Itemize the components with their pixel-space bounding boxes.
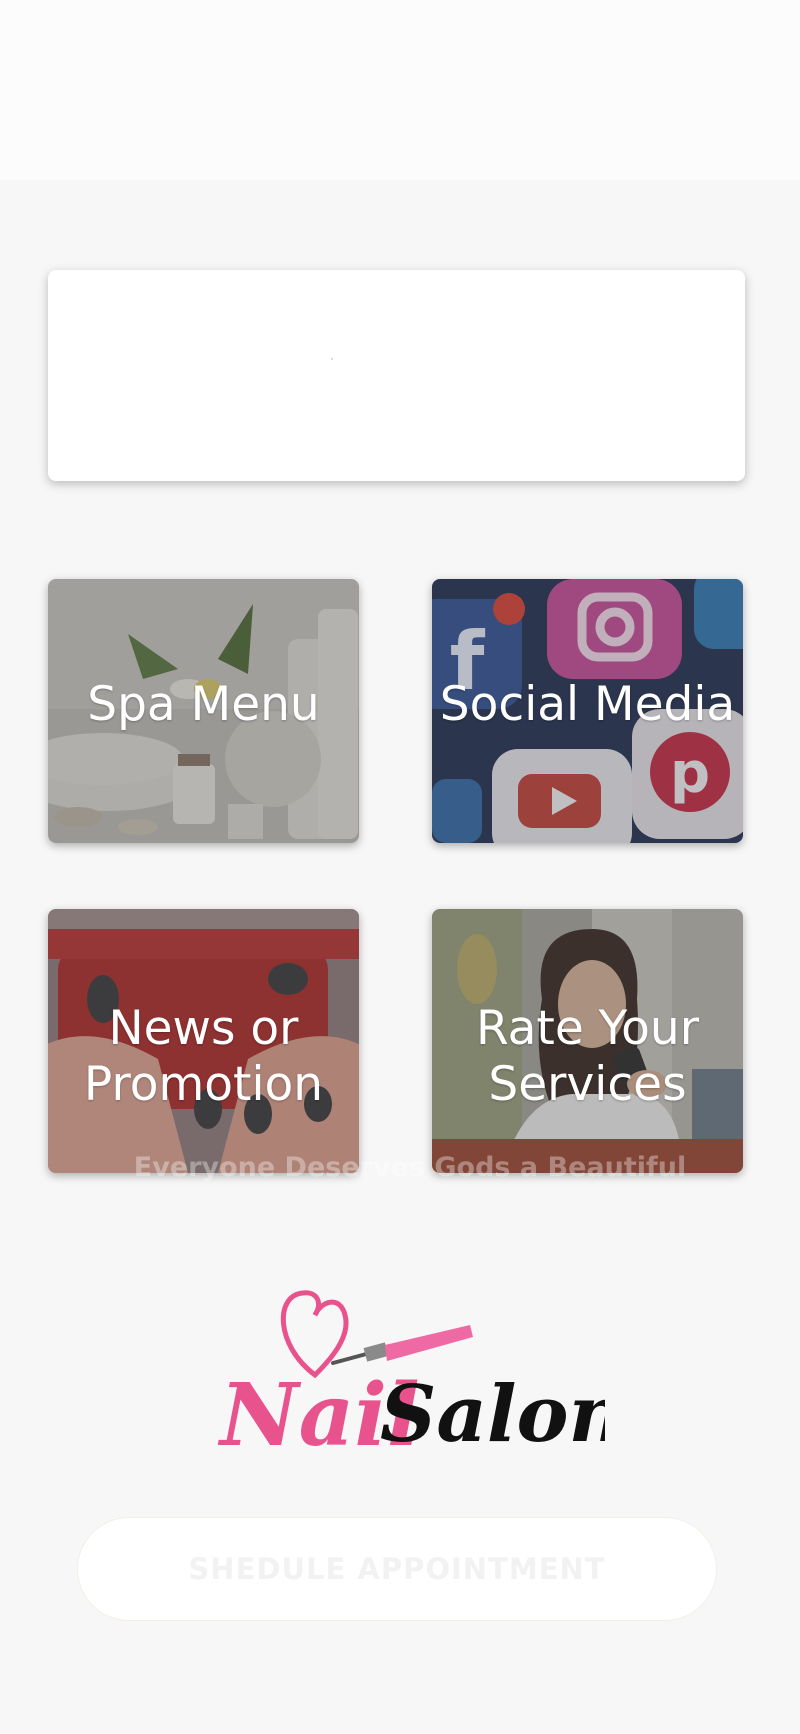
banner-placeholder-dot	[331, 358, 333, 360]
tile-label: News or Promotion	[83, 1001, 324, 1112]
top-app-bar	[0, 0, 800, 180]
logo-word-salon: Salon	[380, 1369, 605, 1455]
tile-social-media[interactable]: f p Social Media	[432, 579, 743, 843]
schedule-appointment-button[interactable]: SHEDULE APPOINTMENT	[77, 1517, 717, 1621]
tile-label: Social Media	[439, 677, 736, 732]
tile-label: Rate Your Services	[475, 1001, 700, 1112]
tile-rate-your-services[interactable]: Rate Your Services	[432, 909, 743, 1173]
nail-salon-logo: Nail Salon	[217, 1290, 605, 1455]
tile-spa-menu[interactable]: Spa Menu	[48, 579, 359, 843]
tile-news-or-promotion[interactable]: News or Promotion	[48, 909, 359, 1173]
banner-card[interactable]	[48, 270, 745, 481]
tile-label: Spa Menu	[87, 677, 320, 732]
